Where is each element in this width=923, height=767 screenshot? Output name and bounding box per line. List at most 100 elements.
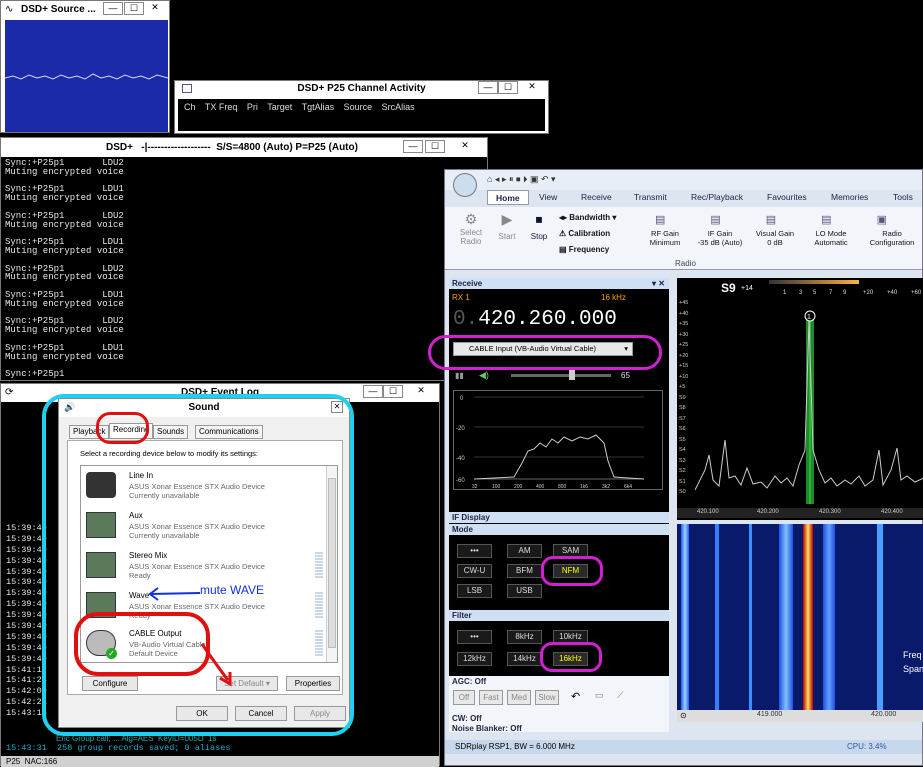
close-icon[interactable]: ✕ bbox=[145, 2, 165, 15]
noise-blanker-header[interactable]: Noise Blanker: Off bbox=[452, 724, 522, 732]
panel-pin-icon[interactable]: ▾ ✕ bbox=[652, 278, 665, 289]
cable-output-highlight bbox=[74, 612, 210, 676]
spec-x-1: 100 bbox=[492, 484, 501, 490]
frequency-value: 420.260.000 bbox=[478, 308, 617, 331]
spec-x-6: 3k2 bbox=[602, 484, 610, 490]
volume-icon[interactable]: ◀) bbox=[479, 370, 489, 381]
close-icon[interactable]: ✕ bbox=[522, 81, 542, 94]
tab-tools[interactable]: Tools bbox=[893, 190, 913, 205]
minimize-icon[interactable]: — bbox=[363, 385, 383, 398]
cw-header[interactable]: CW: Off bbox=[452, 714, 482, 723]
mode-usb-button[interactable]: USB bbox=[507, 584, 542, 598]
mode-header[interactable]: Mode bbox=[449, 524, 669, 535]
if-gain-control[interactable]: IF Gain -35 dB (Auto) bbox=[689, 229, 751, 247]
mode-am-button[interactable]: AM bbox=[507, 544, 542, 558]
event-log-status: P25 NAC:166 bbox=[1, 756, 439, 767]
close-icon[interactable]: ✕ bbox=[455, 140, 475, 153]
close-icon[interactable]: ✕ bbox=[411, 385, 431, 398]
agc-fast-button[interactable]: Fast bbox=[479, 690, 503, 705]
audio-spectrum: 0 -20 -40 -60 32 100 200 400 800 1k6 3k2… bbox=[453, 390, 663, 490]
col-src-alias[interactable]: SrcAlias bbox=[382, 102, 415, 112]
agc-med-button[interactable]: Med bbox=[507, 690, 531, 705]
stop-button[interactable]: ⏹ Stop bbox=[525, 211, 553, 241]
lo-mode-control[interactable]: LO Mode Automatic bbox=[807, 229, 855, 247]
tab-rec-playback[interactable]: Rec/Playback bbox=[691, 190, 743, 205]
rf-gain-control[interactable]: RF Gain Minimum bbox=[637, 229, 693, 247]
gain-icons: ▤▤▤▤▣ bbox=[655, 214, 923, 226]
spectrum-y-label: +40 bbox=[679, 310, 689, 317]
radio-configuration-button[interactable]: Radio Configuration bbox=[863, 229, 921, 247]
tab-receive[interactable]: Receive bbox=[581, 190, 612, 205]
channel-columns: Ch TX Freq Pri Target TgtAlias Source Sr… bbox=[178, 99, 545, 131]
maximize-icon[interactable]: ☐ bbox=[124, 2, 144, 15]
spectrum-y-label: S1 bbox=[679, 478, 686, 485]
display-icon[interactable]: ▭ bbox=[595, 690, 604, 701]
if-display-header[interactable]: IF Display bbox=[449, 512, 669, 523]
col-target[interactable]: Target bbox=[267, 102, 292, 112]
agc-slow-button[interactable]: Slow bbox=[535, 690, 559, 705]
agc-header[interactable]: AGC: Off bbox=[452, 677, 486, 686]
tab-transmit[interactable]: Transmit bbox=[634, 190, 667, 205]
tab-favourites[interactable]: Favourites bbox=[767, 190, 807, 205]
col-source[interactable]: Source bbox=[344, 102, 373, 112]
event-log-last-line: 15:43:31 258 group records saved; 0 alia… bbox=[6, 743, 231, 753]
tab-view[interactable]: View bbox=[539, 190, 557, 205]
waterfall-zoom-icon[interactable]: ⊙ bbox=[680, 711, 687, 720]
filter-12khz-button[interactable]: 12kHz bbox=[457, 652, 492, 666]
mode-more-button[interactable]: ••• bbox=[457, 544, 492, 558]
audio-device-highlight bbox=[428, 335, 662, 370]
visual-gain-label: Visual Gain bbox=[755, 229, 795, 238]
visual-gain-control[interactable]: Visual Gain 0 dB bbox=[751, 229, 799, 247]
volume-slider[interactable] bbox=[511, 370, 611, 380]
calibration-button[interactable]: ⚠ Calibration bbox=[559, 229, 610, 238]
s-meter-tick: +20 bbox=[863, 290, 874, 296]
agc-off-button[interactable]: Off bbox=[453, 690, 475, 705]
col-pri[interactable]: Pri bbox=[247, 102, 258, 112]
waterfall-band-4 bbox=[779, 524, 793, 722]
col-ch[interactable]: Ch bbox=[184, 102, 196, 112]
mode-bfm-button[interactable]: BFM bbox=[507, 564, 542, 578]
tab-home[interactable]: Home bbox=[487, 190, 529, 205]
maximize-icon[interactable]: ☐ bbox=[425, 140, 445, 153]
select-radio-button[interactable]: ⚙ Select Radio bbox=[451, 211, 491, 246]
app-orb-icon[interactable] bbox=[453, 173, 477, 197]
spectrum-y-label: S6 bbox=[679, 426, 686, 432]
quick-access-icons[interactable]: ⌂ ◂ ▸ ⏸ ⏹ ⏵ ▣ ↶ ▾ bbox=[487, 174, 556, 185]
volume-value: 65 bbox=[621, 371, 630, 380]
filter-more-button[interactable]: ••• bbox=[457, 630, 492, 644]
mode-lsb-button[interactable]: LSB bbox=[457, 584, 492, 598]
tab-memories[interactable]: Memories bbox=[831, 190, 868, 205]
filter-header[interactable]: Filter bbox=[449, 610, 669, 621]
receive-header: Receive ▾ ✕ bbox=[449, 278, 669, 289]
audio-spectrum-plot: 0 -20 -40 -60 32 100 200 400 800 1k6 3k2… bbox=[456, 396, 645, 490]
radio-icon: ⚙ bbox=[464, 211, 478, 227]
start-button[interactable]: ▶ Start bbox=[493, 211, 521, 241]
mode-cwu-button[interactable]: CW-U bbox=[457, 564, 492, 578]
maximize-icon[interactable]: ☐ bbox=[498, 81, 518, 94]
spec-x-3: 400 bbox=[536, 484, 545, 490]
waterfall-band-3 bbox=[749, 524, 752, 722]
bandwidth-button[interactable]: ◂▸ Bandwidth ▾ bbox=[559, 213, 616, 222]
col-tgt-alias[interactable]: TgtAlias bbox=[302, 102, 335, 112]
spectrum-y-label: +5 bbox=[679, 384, 686, 390]
minimize-icon[interactable]: — bbox=[478, 81, 498, 94]
frequency-button[interactable]: ▤ Frequency bbox=[559, 245, 609, 254]
minimize-icon[interactable]: — bbox=[403, 140, 423, 153]
minimize-icon[interactable]: — bbox=[103, 2, 123, 15]
if-gain-value: -35 dB (Auto) bbox=[697, 238, 743, 247]
source-waveform bbox=[4, 73, 169, 80]
filter-8khz-button[interactable]: 8kHz bbox=[507, 630, 542, 644]
graph-icon[interactable]: ⟋ bbox=[617, 690, 623, 701]
s-meter-bar bbox=[769, 280, 859, 284]
undo-icon[interactable]: ↶ bbox=[571, 690, 580, 703]
agc-section: AGC: Off Off Fast Med Slow ↶ ▭ ⟋ CW: Off… bbox=[449, 676, 669, 732]
col-tx-freq[interactable]: TX Freq bbox=[205, 102, 238, 112]
spectrum-y-label: +30 bbox=[679, 331, 689, 338]
frequency-display[interactable]: 0.420.260.000 bbox=[453, 308, 617, 331]
volume-thumb[interactable] bbox=[569, 370, 575, 380]
console-line: Muting encrypted voice bbox=[5, 351, 124, 362]
rf-gain-value: Minimum bbox=[649, 238, 681, 247]
filter-14khz-button[interactable]: 14kHz bbox=[507, 652, 542, 666]
maximize-icon[interactable]: ☐ bbox=[383, 385, 403, 398]
if-gain-label: IF Gain bbox=[707, 229, 733, 238]
